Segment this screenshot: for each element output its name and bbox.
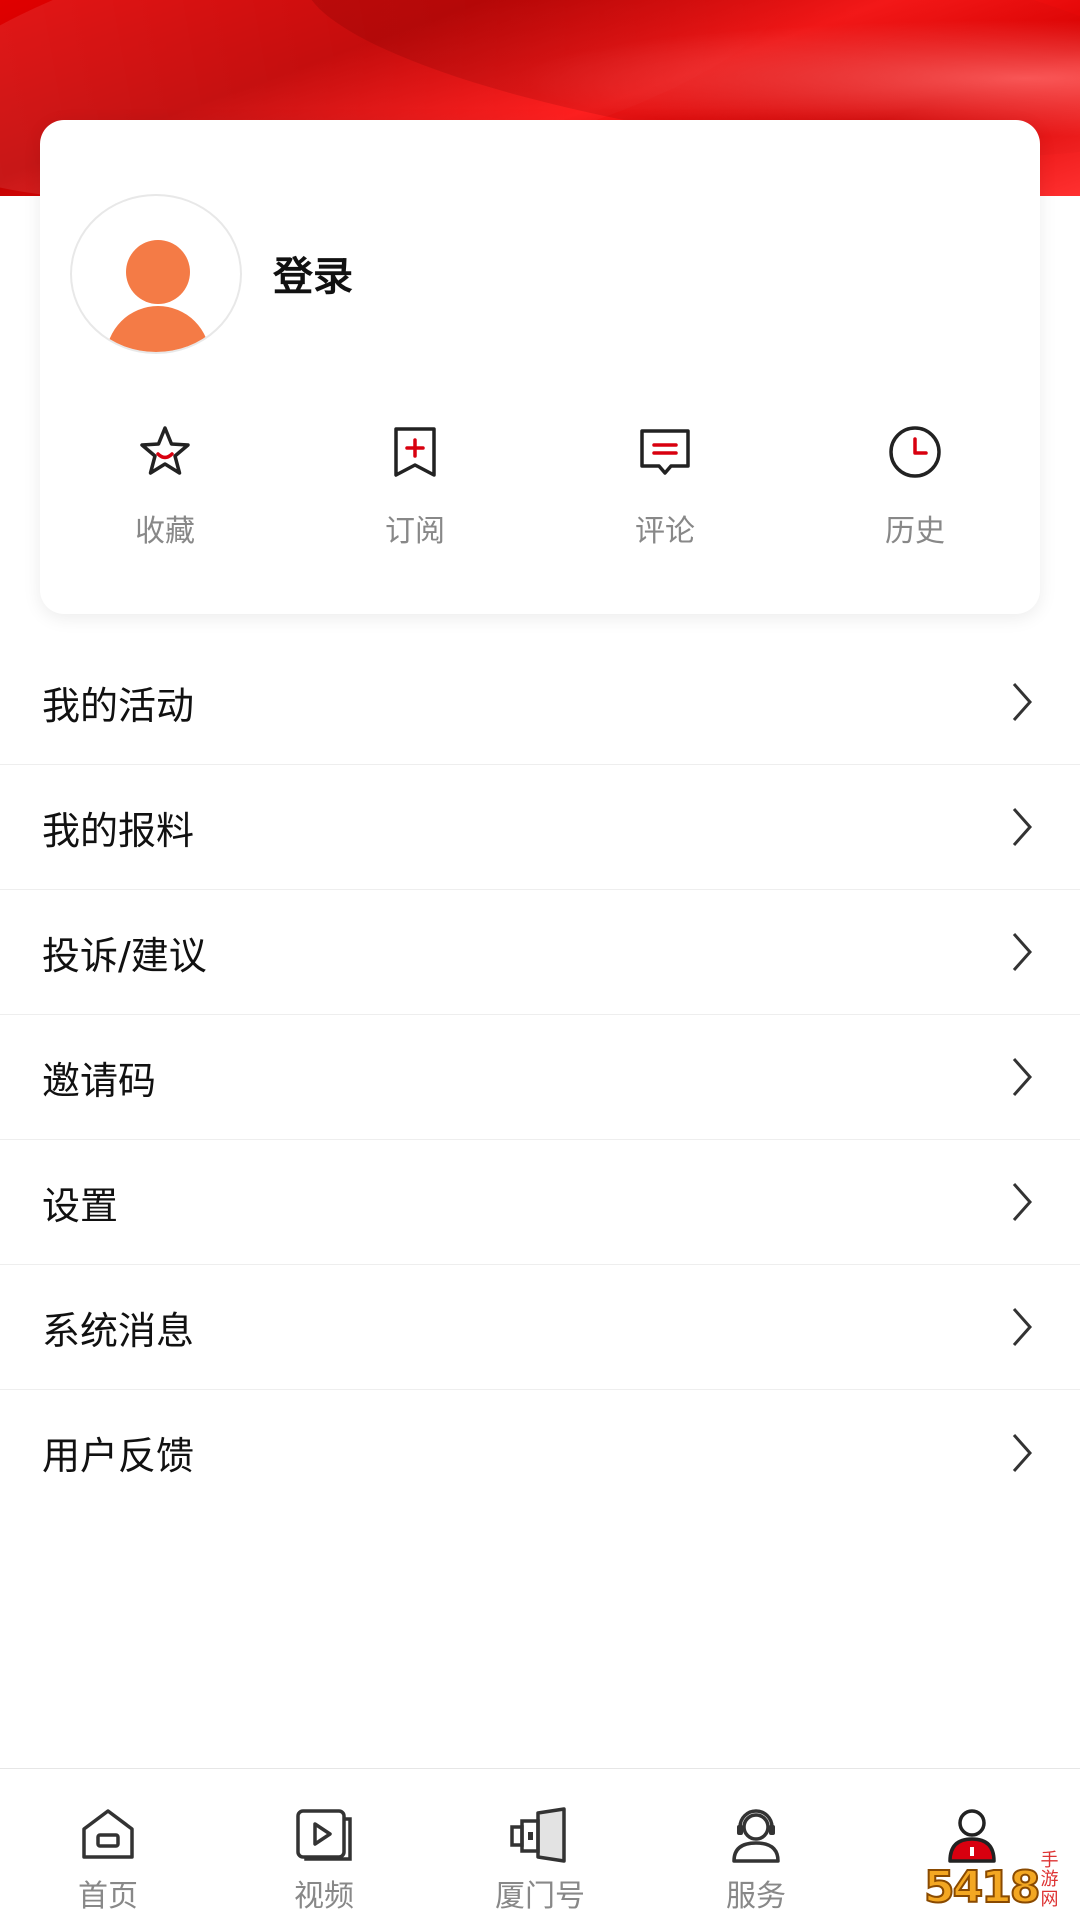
chevron-right-icon — [1012, 808, 1033, 846]
tab-service[interactable]: 服务 — [648, 1769, 864, 1920]
tab-label: 视频 — [294, 1879, 354, 1914]
chevron-right-icon — [1012, 1433, 1033, 1472]
menu-item-label: 我的报料 — [42, 808, 195, 853]
menu-item-system-messages[interactable]: 系统消息 — [0, 1265, 1080, 1390]
menu-item-label: 我的活动 — [42, 683, 195, 728]
user-card: 登录 收藏 订阅 评论 历史 — [40, 120, 1040, 614]
quick-action-comments[interactable]: 评论 — [540, 420, 790, 580]
watermark-text: 手游网 — [1040, 1849, 1059, 1911]
quick-action-subscribe[interactable]: 订阅 — [290, 420, 540, 580]
menu-item-label: 用户反馈 — [42, 1434, 195, 1478]
tab-home[interactable]: 首页 — [0, 1769, 216, 1920]
menu-item-label: 投诉/建议 — [42, 933, 207, 978]
menu-item-my-reports[interactable]: 我的报料 — [0, 765, 1080, 890]
quick-actions: 收藏 订阅 评论 历史 — [40, 420, 1040, 580]
chevron-right-icon — [1012, 933, 1033, 971]
star-icon — [140, 426, 190, 475]
menu-item-label: 设置 — [42, 1183, 119, 1228]
quick-action-history[interactable]: 历史 — [790, 420, 1040, 580]
comment-icon — [640, 429, 690, 475]
tab-label: 厦门号 — [495, 1879, 585, 1914]
watermark-number: 5418 — [923, 1862, 1041, 1913]
menu-item-complaints[interactable]: 投诉/建议 — [0, 890, 1080, 1015]
tab-video[interactable]: 视频 — [216, 1769, 432, 1920]
tab-label: 首页 — [78, 1879, 138, 1914]
quick-action-label: 订阅 — [385, 514, 445, 549]
chevron-right-icon — [1012, 1183, 1033, 1221]
tab-xiamen-account[interactable]: 厦门号 — [432, 1769, 648, 1920]
bottom-tab-bar: 首页 视频 厦门号 服务 — [0, 1768, 1080, 1920]
menu-item-label: 邀请码 — [42, 1058, 157, 1103]
avatar-head — [126, 240, 190, 304]
service-icon — [732, 1809, 780, 1863]
menu-item-my-activities[interactable]: 我的活动 — [0, 640, 1080, 765]
quick-action-label: 评论 — [635, 514, 695, 549]
clock-icon — [889, 426, 941, 478]
quick-action-label: 收藏 — [135, 514, 195, 549]
home-icon — [82, 1809, 134, 1859]
tab-label: 服务 — [726, 1879, 786, 1914]
pages-icon — [510, 1807, 566, 1863]
menu-item-label: 系统消息 — [42, 1308, 195, 1353]
menu-item-invite-code[interactable]: 邀请码 — [0, 1015, 1080, 1140]
chevron-right-icon — [1012, 1308, 1033, 1346]
menu-item-feedback[interactable]: 用户反馈 — [0, 1390, 1080, 1515]
video-icon — [296, 1809, 352, 1861]
menu-item-settings[interactable]: 设置 — [0, 1140, 1080, 1265]
chevron-right-icon — [1012, 1058, 1033, 1096]
avatar-body — [106, 306, 210, 352]
settings-menu: 我的活动 我的报料 投诉/建议 邀请码 设置 系统消息 用户反馈 — [0, 640, 1080, 1515]
quick-action-favorites[interactable]: 收藏 — [40, 420, 290, 580]
site-watermark: 5418 手游网 — [923, 1849, 1074, 1913]
avatar[interactable] — [70, 194, 242, 354]
chevron-right-icon — [1012, 683, 1033, 721]
login-button[interactable]: 登录 — [273, 244, 353, 302]
quick-action-label: 历史 — [885, 514, 945, 549]
bookmark-plus-icon — [394, 427, 436, 477]
